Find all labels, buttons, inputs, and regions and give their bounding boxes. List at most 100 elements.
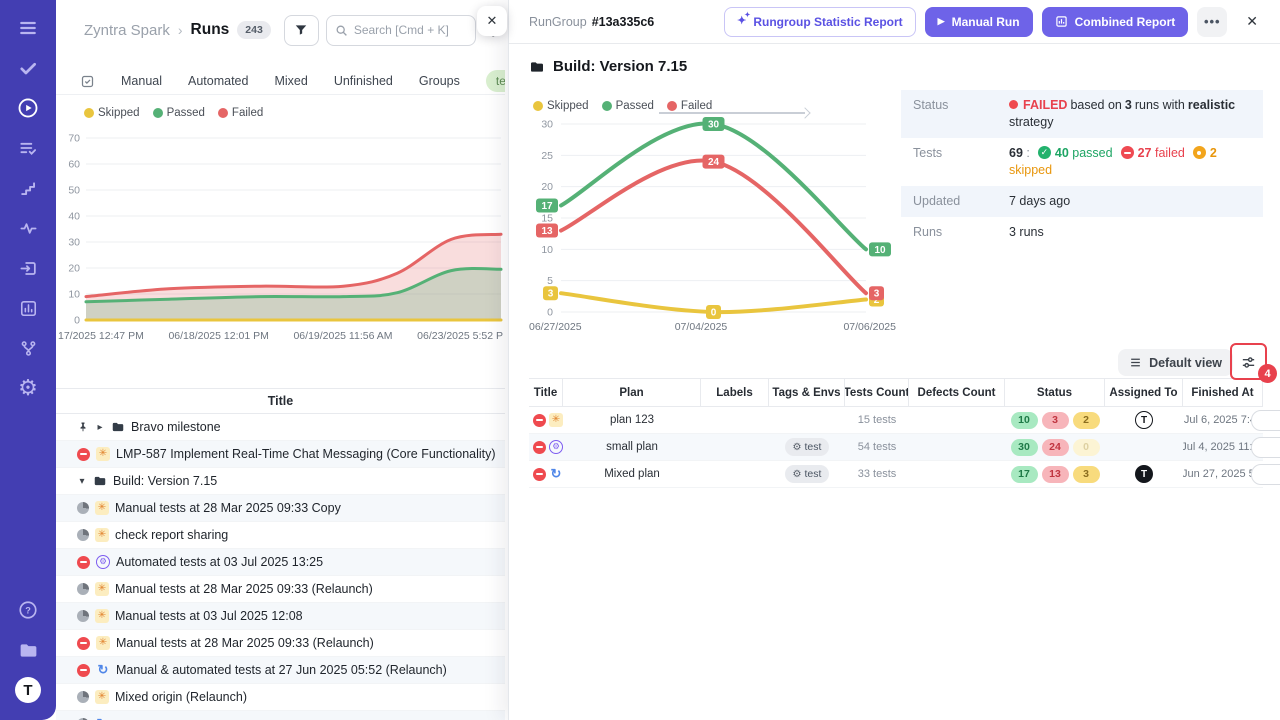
row-actions-button[interactable] (1251, 437, 1280, 458)
run-title: Build: Version 7.15 (113, 474, 217, 488)
projects-folder-icon[interactable] (8, 630, 48, 670)
combined-report-button[interactable]: Combined Report (1042, 7, 1189, 37)
tab-unfinished[interactable]: Unfinished (334, 74, 393, 88)
tasks-check-icon[interactable] (8, 48, 48, 88)
run-list-item[interactable]: ↻Manual & automated tests at 27 Jun 2025… (56, 657, 505, 684)
view-list-icon (1129, 356, 1142, 369)
search-box[interactable] (326, 15, 476, 46)
tests-count: 15 tests (845, 407, 909, 433)
column-header-title[interactable]: Title (529, 379, 563, 406)
run-list-item[interactable]: ✳Manual tests at 03 Jul 2025 12:08 (56, 603, 505, 630)
tag-pill[interactable]: ⚙test (785, 438, 830, 456)
filter-button[interactable] (284, 15, 319, 46)
tab-groups[interactable]: Groups (419, 74, 460, 88)
settings-gear-icon[interactable]: ⚙ (8, 368, 48, 408)
status-badge-passed: 10 (1011, 412, 1038, 429)
folder-icon (93, 474, 107, 488)
run-table-row[interactable]: ↻Mixed plan⚙test33 tests17133TJun 27, 20… (529, 461, 1263, 488)
manual-run-icon: ✳ (95, 501, 109, 515)
defects-cell (909, 434, 1005, 460)
status-badge-skipped: 2 (1073, 412, 1100, 429)
run-list-item[interactable]: ⚙Automated tests at 03 Jul 2025 13:25 (56, 549, 505, 576)
help-icon[interactable]: ? (8, 590, 48, 630)
runs-list-panel: Zyntra Spark › Runs 243 (56, 0, 505, 720)
summary-tests-row: Tests 69 :40 passed27 failed2 skipped (901, 138, 1263, 186)
column-header-defects-count[interactable]: Defects Count (909, 379, 1005, 406)
runs-play-icon[interactable] (8, 88, 48, 128)
tab-mixed[interactable]: Mixed (274, 74, 307, 88)
button-label: Rungroup Statistic Report (753, 15, 902, 29)
svg-text:5: 5 (547, 275, 553, 287)
sidebar-nav: ⚙ (8, 0, 48, 408)
import-icon[interactable] (8, 248, 48, 288)
run-list-item[interactable]: ✳Manual tests at 28 Mar 2025 09:33 (Rela… (56, 576, 505, 603)
panel-close-button[interactable]: ✕ (477, 6, 507, 36)
tag-pill[interactable]: ⚙test (785, 465, 830, 483)
plan-name: plan 123 (563, 407, 701, 433)
search-input[interactable] (354, 23, 464, 37)
manual-run-button[interactable]: ▶ Manual Run (925, 7, 1033, 37)
rungroup-runs-table: TitlePlanLabelsTags & EnvsTests CountDef… (529, 378, 1263, 488)
failed-count: 27 (1138, 146, 1152, 160)
runs-table-header: Title (56, 388, 505, 414)
default-view-button[interactable]: Default view (1118, 349, 1233, 376)
column-header-labels[interactable]: Labels (701, 379, 769, 406)
separator: : (1026, 146, 1029, 160)
status-badge-skipped: 3 (1073, 466, 1100, 483)
column-header-finished-at[interactable]: Finished At (1183, 379, 1263, 406)
rungroup-statistic-report-button[interactable]: ✦✦ Rungroup Statistic Report (724, 7, 916, 37)
column-header-status[interactable]: Status (1005, 379, 1105, 406)
assignee-cell: T (1105, 461, 1183, 487)
run-list-item[interactable]: ✳Manual tests at 28 Mar 2025 09:33 (Rela… (56, 630, 505, 657)
run-list-item[interactable]: ✳Manual tests at 28 Mar 2025 09:33 Copy (56, 495, 505, 522)
summary-label: Updated (913, 193, 1009, 210)
tab-automated[interactable]: Automated (188, 74, 248, 88)
steps-icon[interactable] (8, 168, 48, 208)
run-list-item[interactable]: ▾ Build: Version 7.15 (56, 468, 505, 495)
test-list-icon[interactable] (8, 128, 48, 168)
branch-icon[interactable] (8, 328, 48, 368)
table-body: ✳plan 12315 tests1032TJul 6, 2025 7:40⚙s… (529, 407, 1263, 488)
assignee-avatar[interactable]: T (1135, 411, 1153, 429)
svg-text:10: 10 (68, 289, 80, 301)
pulse-icon[interactable] (8, 208, 48, 248)
tab-manual[interactable]: Manual (121, 74, 162, 88)
select-all-icon[interactable] (80, 74, 95, 89)
manual-run-icon: ✳ (96, 447, 110, 461)
table-view-bar: Default view (509, 347, 1263, 379)
summary-label: Tests (913, 145, 1009, 179)
assignee-avatar[interactable]: T (1135, 465, 1153, 483)
run-title: Bravo milestone (131, 420, 221, 434)
row-actions-button[interactable] (1251, 410, 1280, 431)
column-header-tags-envs[interactable]: Tags & Envs (769, 379, 845, 406)
more-actions-button[interactable]: ••• (1197, 7, 1227, 37)
tests-count: 54 tests (845, 434, 909, 460)
run-list-item[interactable]: ✳Mixed origin (Relaunch) (56, 684, 505, 711)
profile-avatar[interactable]: T (8, 670, 48, 710)
column-header-tests-count[interactable]: Tests Count (845, 379, 909, 406)
menu-icon[interactable] (8, 8, 48, 48)
run-title: Manual tests at 28 Mar 2025 09:33 (Relau… (116, 636, 374, 650)
caret-right-icon[interactable]: ▸ (95, 422, 105, 433)
table-header-row: TitlePlanLabelsTags & EnvsTests CountDef… (529, 378, 1263, 407)
run-list-item[interactable]: ✳ LMP-587 Implement Real-Time Chat Messag… (56, 441, 505, 468)
run-title: LMP-587 Implement Real-Time Chat Messagi… (116, 447, 496, 461)
breadcrumb-project[interactable]: Zyntra Spark (84, 22, 170, 39)
run-table-row[interactable]: ⚙small plan⚙test54 tests30240Jul 4, 2025… (529, 434, 1263, 461)
run-list-item[interactable]: ▸ Bravo milestone (56, 414, 505, 441)
run-table-row[interactable]: ✳plan 12315 tests1032TJul 6, 2025 7:40 (529, 407, 1263, 434)
column-header-assigned-to[interactable]: Assigned To (1105, 379, 1183, 406)
run-list-item[interactable]: ↻ (56, 711, 505, 720)
analytics-icon[interactable] (8, 288, 48, 328)
column-header-plan[interactable]: Plan (563, 379, 701, 406)
failed-icon (1121, 146, 1134, 159)
detail-close-button[interactable]: ✕ (1242, 9, 1262, 34)
row-actions-button[interactable] (1251, 464, 1280, 485)
skipped-count: 2 (1210, 146, 1217, 160)
workspace-pill[interactable]: test work (486, 70, 505, 92)
run-list-item[interactable]: ✳check report sharing (56, 522, 505, 549)
status-text: based on (1070, 98, 1121, 112)
caret-down-icon[interactable]: ▾ (77, 476, 87, 487)
rungroup-actions: ✦✦ Rungroup Statistic Report ▶ Manual Ru… (724, 7, 1262, 37)
labels-cell (701, 407, 769, 433)
